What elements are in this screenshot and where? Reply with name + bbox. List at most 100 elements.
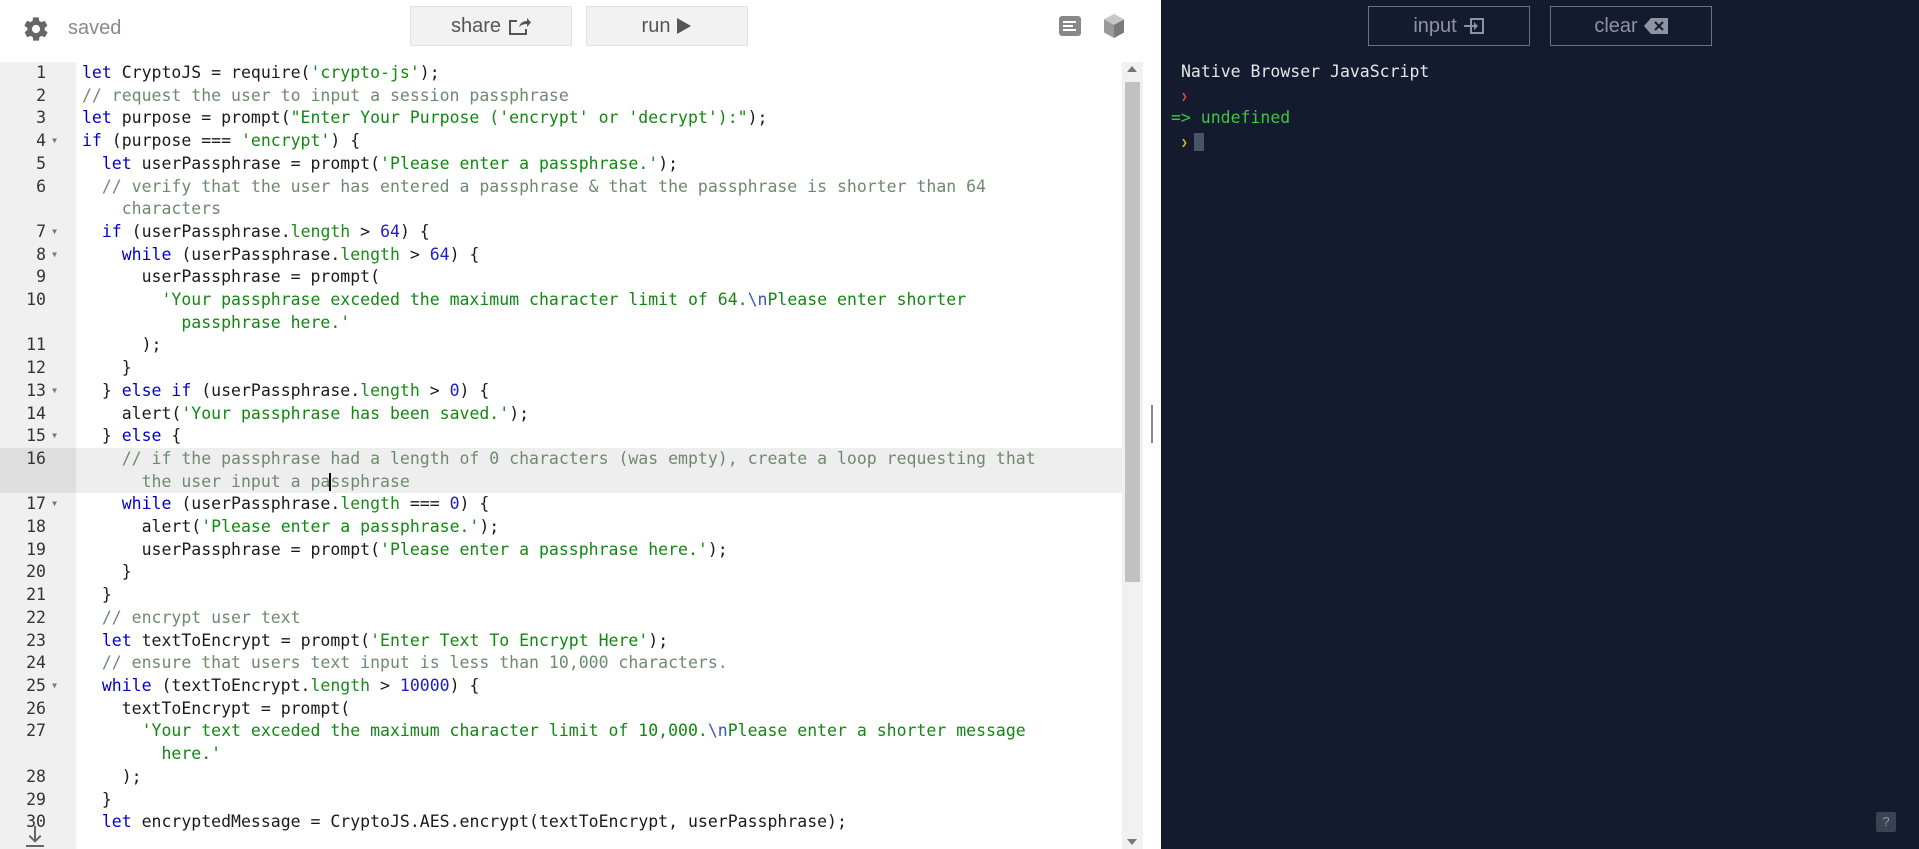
code-line[interactable]: 26 textToEncrypt = prompt(: [0, 698, 1122, 721]
code-text[interactable]: );: [76, 766, 1122, 789]
code-text[interactable]: let encryptedMessage = CryptoJS.AES.encr…: [76, 811, 1122, 834]
gear-icon[interactable]: [22, 15, 50, 43]
code-line[interactable]: 18 alert('Please enter a passphrase.');: [0, 516, 1122, 539]
code-text[interactable]: // verify that the user has entered a pa…: [76, 176, 1122, 199]
pane-divider[interactable]: [1143, 0, 1161, 849]
code-line[interactable]: 8 ▼ while (userPassphrase.length > 64) {: [0, 244, 1122, 267]
console-input-line[interactable]: ❯: [1161, 129, 1919, 152]
code-text[interactable]: the user input a passphrase: [76, 470, 1122, 494]
code-line[interactable]: 6 // verify that the user has entered a …: [0, 176, 1122, 199]
code-text[interactable]: // encrypt user text: [76, 607, 1122, 630]
code-text[interactable]: passphrase here.': [76, 312, 1122, 335]
code-text[interactable]: let CryptoJS = require('crypto-js');: [76, 62, 1122, 85]
code-line[interactable]: 30 let encryptedMessage = CryptoJS.AES.e…: [0, 811, 1122, 834]
code-line[interactable]: 24 // ensure that users text input is le…: [0, 652, 1122, 675]
code-line[interactable]: 10 'Your passphrase exceded the maximum …: [0, 289, 1122, 312]
fold-arrow-icon[interactable]: ▼: [52, 425, 57, 448]
code-text[interactable]: let purpose = prompt("Enter Your Purpose…: [76, 107, 1122, 130]
code-text[interactable]: textToEncrypt = prompt(: [76, 698, 1122, 721]
input-button[interactable]: input: [1368, 6, 1530, 46]
help-button[interactable]: ?: [1876, 812, 1896, 832]
scroll-up-arrow[interactable]: [1127, 66, 1137, 72]
code-line[interactable]: 15 ▼ } else {: [0, 425, 1122, 448]
code-text[interactable]: alert('Please enter a passphrase.');: [76, 516, 1122, 539]
code-text[interactable]: }: [76, 789, 1122, 812]
code-text[interactable]: } else if (userPassphrase.length > 0) {: [76, 380, 1122, 403]
code-text[interactable]: here.': [76, 743, 1122, 766]
download-icon[interactable]: [24, 824, 46, 848]
code-text[interactable]: }: [76, 584, 1122, 607]
code-text[interactable]: while (userPassphrase.length === 0) {: [76, 493, 1122, 516]
line-number: [0, 743, 76, 766]
code-line[interactable]: 23 let textToEncrypt = prompt('Enter Tex…: [0, 630, 1122, 653]
code-line[interactable]: 1 let CryptoJS = require('crypto-js');: [0, 62, 1122, 85]
cube-icon[interactable]: [1102, 13, 1126, 39]
code-line[interactable]: 12 }: [0, 357, 1122, 380]
code-text[interactable]: while (textToEncrypt.length > 10000) {: [76, 675, 1122, 698]
code-line[interactable]: 5 let userPassphrase = prompt('Please en…: [0, 153, 1122, 176]
code-text[interactable]: );: [76, 334, 1122, 357]
code-line[interactable]: 17 ▼ while (userPassphrase.length === 0) …: [0, 493, 1122, 516]
code-text[interactable]: alert('Your passphrase has been saved.')…: [76, 403, 1122, 426]
code-text[interactable]: userPassphrase = prompt('Please enter a …: [76, 539, 1122, 562]
code-text[interactable]: let userPassphrase = prompt('Please ente…: [76, 153, 1122, 176]
code-line[interactable]: 2 // request the user to input a session …: [0, 85, 1122, 108]
code-text[interactable]: 'Your text exceded the maximum character…: [76, 720, 1122, 743]
code-line[interactable]: characters: [0, 198, 1122, 221]
fold-arrow-icon[interactable]: ▼: [52, 493, 57, 516]
code-text[interactable]: } else {: [76, 425, 1122, 448]
fold-arrow-icon[interactable]: ▼: [52, 244, 57, 267]
code-text[interactable]: // request the user to input a session p…: [76, 85, 1122, 108]
code-text[interactable]: if (purpose === 'encrypt') {: [76, 130, 1122, 153]
code-editor[interactable]: 1 let CryptoJS = require('crypto-js'); 2 //…: [0, 62, 1143, 849]
code-text[interactable]: // if the passphrase had a length of 0 c…: [76, 447, 1122, 471]
code-line[interactable]: 16 // if the passphrase had a length of …: [0, 447, 1122, 471]
scroll-down-arrow[interactable]: [1127, 839, 1137, 845]
line-number: 24: [26, 653, 46, 673]
code-text[interactable]: while (userPassphrase.length > 64) {: [76, 244, 1122, 267]
code-line[interactable]: 4 ▼ if (purpose === 'encrypt') {: [0, 130, 1122, 153]
code-line[interactable]: 20 }: [0, 561, 1122, 584]
divider-grip[interactable]: [1151, 405, 1153, 443]
code-text[interactable]: characters: [76, 198, 1122, 221]
fold-arrow-icon[interactable]: ▼: [52, 221, 57, 244]
console-output[interactable]: Native Browser JavaScript ❯ => undefined…: [1161, 60, 1919, 152]
code-line[interactable]: 29 }: [0, 789, 1122, 812]
code-line[interactable]: 3 let purpose = prompt("Enter Your Purpos…: [0, 107, 1122, 130]
fold-arrow-icon[interactable]: ▼: [52, 130, 57, 153]
code-line[interactable]: 11 );: [0, 334, 1122, 357]
input-button-label: input: [1413, 15, 1457, 37]
code-line[interactable]: the user input a passphrase: [0, 470, 1122, 494]
code-line[interactable]: 14 alert('Your passphrase has been saved…: [0, 403, 1122, 426]
line-number: 17 ▼: [0, 493, 76, 516]
backspace-icon: [1643, 18, 1668, 34]
code-line[interactable]: 7 ▼ if (userPassphrase.length > 64) {: [0, 221, 1122, 244]
code-line[interactable]: 21 }: [0, 584, 1122, 607]
fold-arrow-icon[interactable]: ▼: [52, 675, 57, 698]
code-text[interactable]: let textToEncrypt = prompt('Enter Text T…: [76, 630, 1122, 653]
code-line[interactable]: here.': [0, 743, 1122, 766]
share-button[interactable]: share: [410, 6, 572, 46]
code-line[interactable]: 28 );: [0, 766, 1122, 789]
code-text[interactable]: }: [76, 561, 1122, 584]
code-line[interactable]: passphrase here.': [0, 312, 1122, 335]
code-text[interactable]: userPassphrase = prompt(: [76, 266, 1122, 289]
scroll-thumb[interactable]: [1125, 82, 1140, 582]
code-line[interactable]: 13 ▼ } else if (userPassphrase.length > 0…: [0, 380, 1122, 403]
code-text[interactable]: // ensure that users text input is less …: [76, 652, 1122, 675]
code-text[interactable]: 'Your passphrase exceded the maximum cha…: [76, 289, 1122, 312]
editor-scrollbar[interactable]: [1122, 62, 1143, 849]
code-line[interactable]: 27 'Your text exceded the maximum charac…: [0, 720, 1122, 743]
code-text[interactable]: }: [76, 357, 1122, 380]
document-icon[interactable]: [1058, 15, 1082, 37]
code-line[interactable]: 19 userPassphrase = prompt('Please enter…: [0, 539, 1122, 562]
clear-button[interactable]: clear: [1550, 6, 1712, 46]
run-button[interactable]: run: [586, 6, 748, 46]
code-line[interactable]: 25 ▼ while (textToEncrypt.length > 10000)…: [0, 675, 1122, 698]
code-line[interactable]: 9 userPassphrase = prompt(: [0, 266, 1122, 289]
code-line[interactable]: 22 // encrypt user text: [0, 607, 1122, 630]
fold-arrow-icon[interactable]: ▼: [52, 380, 57, 403]
share-icon: [509, 18, 532, 35]
code-text[interactable]: if (userPassphrase.length > 64) {: [76, 221, 1122, 244]
code-lines[interactable]: 1 let CryptoJS = require('crypto-js'); 2 //…: [0, 62, 1122, 834]
